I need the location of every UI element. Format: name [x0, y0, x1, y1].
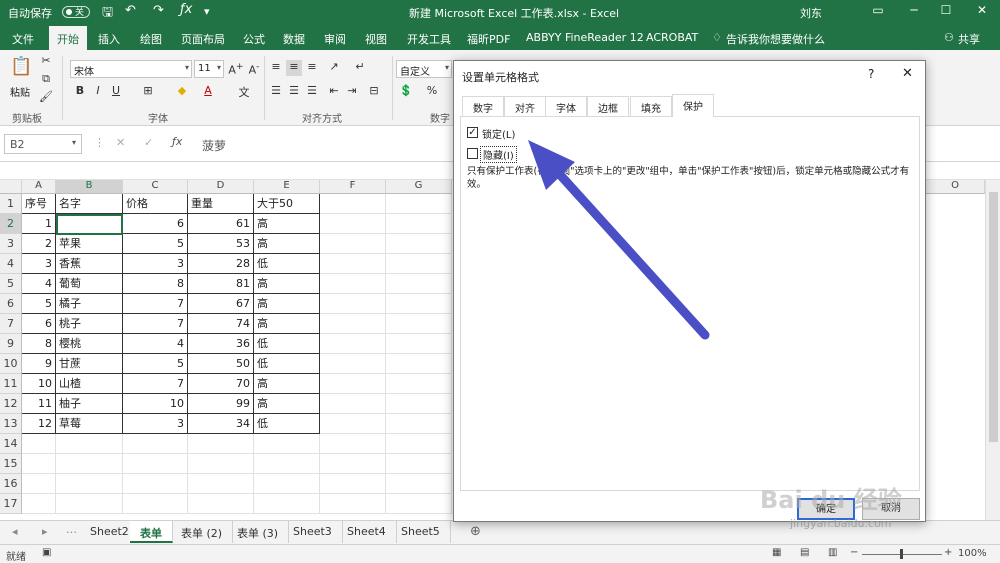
baidu-watermark-url: jingyan.baidu.com — [790, 517, 892, 530]
baidu-watermark-logo: Bai du 经验 — [760, 486, 902, 514]
annotation-arrow — [528, 140, 710, 340]
